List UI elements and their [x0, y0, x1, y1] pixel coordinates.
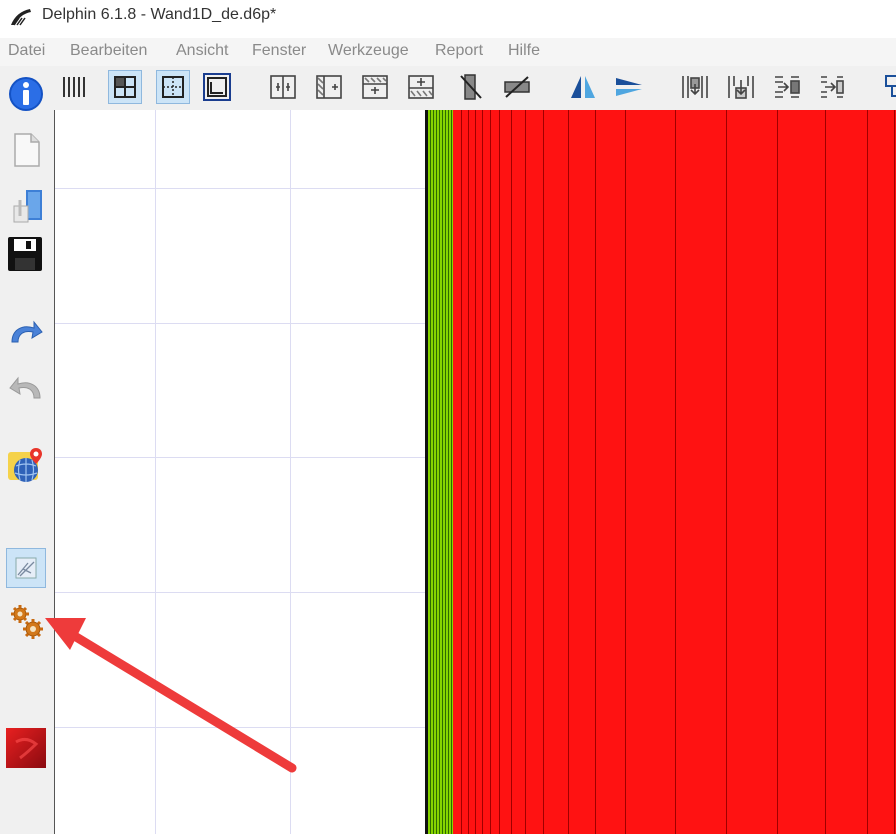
menu-report[interactable]: Report — [435, 42, 483, 60]
menu-hilfe[interactable]: Hilfe — [508, 42, 540, 60]
left-sidebar — [0, 77, 54, 834]
grid-select-icon[interactable] — [108, 70, 142, 104]
merge-vertical-icon[interactable] — [312, 70, 346, 104]
split-vertical-icon[interactable] — [266, 70, 300, 104]
toolbar-overflow-icon[interactable] — [878, 70, 896, 104]
construction-view-icon[interactable] — [6, 548, 46, 588]
frame-icon[interactable] — [200, 70, 234, 104]
menu-fenster[interactable]: Fenster — [252, 42, 306, 60]
insert-column-icon[interactable] — [678, 70, 712, 104]
grid-line — [55, 188, 427, 189]
grid-line — [55, 727, 427, 728]
menu-datei[interactable]: Datei — [8, 42, 45, 60]
delete-column-icon[interactable] — [454, 70, 488, 104]
toolbar — [0, 66, 896, 110]
globe-location-icon[interactable] — [6, 446, 46, 486]
results-icon[interactable] — [6, 728, 46, 768]
split-horizontal-icon[interactable] — [358, 70, 392, 104]
undo-icon[interactable] — [6, 312, 46, 352]
columns-icon[interactable] — [58, 70, 92, 104]
grid-line — [55, 457, 427, 458]
delete-row-icon[interactable] — [500, 70, 534, 104]
delphin-logo-icon — [11, 9, 31, 26]
grid-line — [290, 110, 291, 834]
grid-line — [55, 592, 427, 593]
title-bar: Delphin 6.1.8 - Wand1D_de.d6p* — [0, 0, 896, 34]
grid-line — [155, 110, 156, 834]
merge-horizontal-icon[interactable] — [404, 70, 438, 104]
insert-left-icon[interactable] — [770, 70, 804, 104]
info-icon[interactable] — [6, 74, 46, 114]
menu-werkzeuge[interactable]: Werkzeuge — [328, 42, 409, 60]
grid-line — [55, 323, 427, 324]
insert-below-icon[interactable] — [724, 70, 758, 104]
material-layer-green[interactable] — [428, 110, 453, 834]
insert-right-icon[interactable] — [816, 70, 850, 104]
redo-icon[interactable] — [6, 368, 46, 408]
mirror-horizontal-icon[interactable] — [612, 70, 646, 104]
construction-canvas[interactable] — [54, 110, 896, 834]
mirror-vertical-icon[interactable] — [566, 70, 600, 104]
grid-dashed-icon[interactable] — [156, 70, 190, 104]
menu-ansicht[interactable]: Ansicht — [176, 42, 228, 60]
open-file-icon[interactable] — [6, 186, 46, 226]
menu-bearbeiten[interactable]: Bearbeiten — [70, 42, 147, 60]
new-file-icon[interactable] — [6, 130, 46, 170]
window-title: Delphin 6.1.8 - Wand1D_de.d6p* — [42, 6, 277, 23]
material-layer-red[interactable] — [453, 110, 896, 834]
menu-bar: Datei Bearbeiten Ansicht Fenster Werkzeu… — [0, 38, 896, 66]
save-icon[interactable] — [6, 234, 46, 274]
simulation-settings-icon[interactable] — [6, 602, 46, 642]
